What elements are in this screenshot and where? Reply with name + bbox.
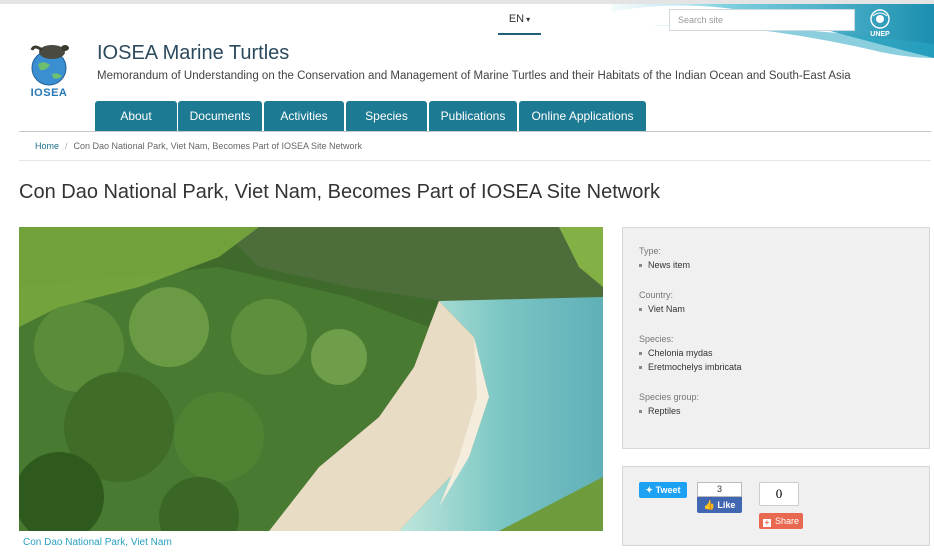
search-input[interactable]: Search site [669,9,855,31]
tweet-button[interactable]: ✦ Tweet [639,482,687,498]
breadcrumb-separator: / [65,141,68,151]
language-selector[interactable]: EN ▾ [498,4,541,35]
nav-tab-about[interactable]: About [95,101,177,131]
thumbs-up-icon: 👍 [703,500,715,510]
plus-icon: + [763,518,771,527]
nav-divider [19,131,931,132]
breadcrumb-divider [19,160,931,161]
species-value: Chelonia mydas [639,348,713,358]
share-button[interactable]: + Share [759,513,803,529]
type-value: News item [639,260,690,270]
twitter-bird-icon: ✦ [645,485,654,495]
breadcrumb: Home / Con Dao National Park, Viet Nam, Be… [35,141,362,151]
facebook-like-button[interactable]: 👍 Like [697,497,742,513]
species-group-label: Species group: [639,392,700,402]
info-sidebar: Type: News item Country: Viet Nam Specie… [622,227,930,449]
breadcrumb-current: Con Dao National Park, Viet Nam, Becomes… [73,141,362,151]
like-count: 3 [697,482,742,497]
share-count: 0 [759,482,799,506]
species-value: Eretmochelys imbricata [639,362,742,372]
nav-tab-online-applications[interactable]: Online Applications [519,101,646,131]
site-title[interactable]: IOSEA Marine Turtles [97,42,289,65]
nav-tab-publications[interactable]: Publications [429,101,517,131]
unep-logo-text: UNEP [870,31,890,38]
breadcrumb-home-link[interactable]: Home [35,141,59,151]
species-label: Species: [639,334,674,344]
unep-emblem-icon [870,9,890,29]
chevron-down-icon: ▾ [526,15,531,24]
nav-tab-species[interactable]: Species [346,101,427,131]
nav-tab-activities[interactable]: Activities [264,101,344,131]
nav-tab-documents[interactable]: Documents [178,101,262,131]
country-label: Country: [639,290,674,300]
language-label: EN [508,13,525,25]
country-value: Viet Nam [639,304,685,314]
page-title: Con Dao National Park, Viet Nam, Becomes… [19,181,661,203]
iosea-logo-text: IOSEA [30,87,68,99]
image-caption-link[interactable]: Con Dao National Park, Viet Nam [23,537,172,548]
unep-logo[interactable]: UNEP [866,9,894,49]
site-subtitle: Memorandum of Understanding on the Conse… [97,70,851,82]
beach-photo[interactable] [19,227,603,531]
social-share-box: ✦ Tweet 3 👍 Like 0 + Share [622,466,930,546]
species-group-value: Reptiles [639,406,681,416]
type-label: Type: [639,246,662,256]
